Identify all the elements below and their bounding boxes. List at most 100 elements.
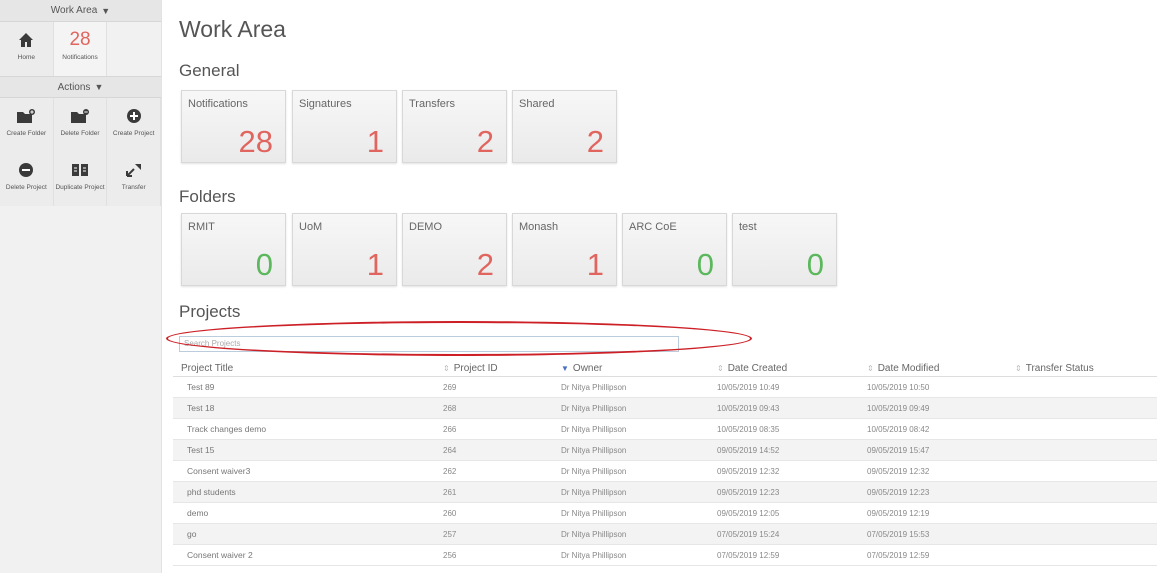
card-count: 2 — [586, 124, 604, 159]
transfer-label: Transfer — [121, 184, 146, 191]
table-row[interactable]: Test 15 264 Dr Nitya Phillipson 09/05/20… — [173, 440, 1157, 461]
date-created-cell: 09/05/2019 12:05 — [717, 508, 780, 518]
date-modified-cell: 09/05/2019 12:19 — [867, 508, 930, 518]
owner-cell: Dr Nitya Phillipson — [561, 487, 627, 497]
column-header-date-modified[interactable]: ⇕ Date Modified — [859, 363, 1007, 374]
folder-card-monash[interactable]: Monash 1 — [512, 213, 617, 286]
projects-section-title: Projects — [179, 302, 241, 321]
folder-card-demo[interactable]: DEMO 2 — [402, 213, 507, 286]
duplicate-project-label: Duplicate Project — [55, 184, 105, 191]
plus-circle-icon — [126, 106, 142, 126]
transfer-icon — [125, 160, 143, 180]
header-label: Owner — [572, 363, 603, 374]
date-created-cell: 09/05/2019 12:32 — [717, 466, 780, 476]
transfer-button[interactable]: Transfer — [107, 152, 162, 206]
column-header-owner[interactable]: ▼ Owner — [555, 363, 709, 374]
date-modified-cell: 09/05/2019 15:47 — [867, 445, 930, 455]
card-label: Signatures — [299, 98, 352, 110]
column-header-date-created[interactable]: ⇕ Date Created — [709, 363, 859, 374]
date-created-cell: 10/05/2019 08:35 — [717, 424, 780, 434]
card-label: ARC CoE — [629, 221, 677, 233]
owner-cell: Dr Nitya Phillipson — [561, 382, 627, 392]
owner-cell: Dr Nitya Phillipson — [561, 508, 627, 518]
delete-folder-button[interactable]: Delete Folder — [53, 98, 108, 152]
card-label: Monash — [519, 221, 559, 233]
date-modified-cell: 09/05/2019 12:23 — [867, 487, 930, 497]
project-id-cell: 262 — [443, 466, 457, 476]
folder-minus-icon — [70, 106, 90, 126]
table-row[interactable]: Consent waiver3 262 Dr Nitya Phillipson … — [173, 461, 1157, 482]
folder-card-rmit[interactable]: RMIT 0 — [181, 213, 286, 286]
transfers-card[interactable]: Transfers 2 — [402, 90, 507, 163]
column-header-transfer-status[interactable]: ⇕ Transfer Status — [1007, 363, 1157, 374]
project-title-cell: Consent waiver 2 — [187, 550, 253, 560]
home-label: Home — [17, 54, 35, 61]
date-created-cell: 07/05/2019 12:59 — [717, 550, 780, 560]
date-created-cell: 07/05/2019 15:24 — [717, 529, 780, 539]
date-modified-cell: 10/05/2019 10:50 — [867, 382, 930, 392]
owner-cell: Dr Nitya Phillipson — [561, 445, 627, 455]
project-id-cell: 261 — [443, 487, 457, 497]
sort-icon: ⇕ — [717, 364, 724, 373]
folder-card-arc-coe[interactable]: ARC CoE 0 — [622, 213, 727, 286]
minus-circle-icon — [18, 160, 34, 180]
empty-tile — [107, 22, 161, 76]
shared-card[interactable]: Shared 2 — [512, 90, 617, 163]
actions-menu[interactable]: Actions ▼ — [0, 76, 161, 98]
chevron-down-icon: ▼ — [94, 82, 104, 92]
folder-plus-icon — [16, 106, 36, 126]
home-button[interactable]: Home — [0, 22, 54, 76]
notifications-card[interactable]: Notifications 28 — [181, 90, 286, 163]
duplicate-project-button[interactable]: Duplicate Project — [53, 152, 108, 206]
sidebar: Work Area ▼ Home 28 Notifications Action… — [0, 0, 162, 573]
search-wrap — [166, 321, 752, 356]
table-header-row: Project Title ⇕ Project ID ▼ Owner ⇕ Date C… — [173, 361, 1157, 377]
folder-card-uom[interactable]: UoM 1 — [292, 213, 397, 286]
work-area-menu[interactable]: Work Area ▼ — [0, 0, 161, 22]
project-title-cell: Test 15 — [187, 445, 215, 455]
table-row[interactable]: phd students 261 Dr Nitya Phillipson 09/… — [173, 482, 1157, 503]
card-label: Transfers — [409, 98, 456, 110]
work-area-menu-label: Work Area — [50, 5, 98, 16]
column-header-project-title[interactable]: Project Title — [173, 363, 435, 374]
folder-card-test[interactable]: test 0 — [732, 213, 837, 286]
search-projects-input[interactable] — [179, 335, 679, 352]
sort-icon: ⇕ — [1015, 364, 1022, 373]
sort-icon: ⇕ — [867, 364, 874, 373]
projects-table: Project Title ⇕ Project ID ▼ Owner ⇕ Date C… — [173, 361, 1157, 566]
project-id-cell: 266 — [443, 424, 457, 434]
create-project-button[interactable]: Create Project — [107, 98, 162, 152]
actions-row-1: Create Folder Delete Folder Create Proje… — [0, 98, 162, 152]
column-header-project-id[interactable]: ⇕ Project ID — [435, 363, 555, 374]
table-row[interactable]: Track changes demo 266 Dr Nitya Phillips… — [173, 419, 1157, 440]
date-modified-cell: 07/05/2019 15:53 — [867, 529, 930, 539]
header-label: Transfer Status — [1025, 363, 1094, 374]
signatures-card[interactable]: Signatures 1 — [292, 90, 397, 163]
header-label: Project Title — [181, 363, 234, 374]
project-title-cell: Test 89 — [187, 382, 215, 392]
date-modified-cell: 07/05/2019 12:59 — [867, 550, 930, 560]
create-folder-button[interactable]: Create Folder — [0, 98, 54, 152]
table-row[interactable]: Consent waiver 2 256 Dr Nitya Phillipson… — [173, 545, 1157, 566]
card-count: 0 — [696, 247, 714, 282]
delete-project-button[interactable]: Delete Project — [0, 152, 54, 206]
card-count: 0 — [255, 247, 273, 282]
project-title-cell: Test 18 — [187, 403, 215, 413]
project-id-cell: 268 — [443, 403, 457, 413]
table-row[interactable]: demo 260 Dr Nitya Phillipson 09/05/2019 … — [173, 503, 1157, 524]
table-row[interactable]: go 257 Dr Nitya Phillipson 07/05/2019 15… — [173, 524, 1157, 545]
header-label: Date Modified — [877, 363, 940, 374]
general-section-title: General — [179, 61, 240, 80]
card-label: Shared — [519, 98, 555, 110]
card-count: 1 — [366, 247, 384, 282]
notifications-count: 28 — [69, 29, 91, 50]
table-row[interactable]: Test 18 268 Dr Nitya Phillipson 10/05/20… — [173, 398, 1157, 419]
sort-icon: ⇕ — [443, 364, 450, 373]
card-label: Notifications — [188, 98, 248, 110]
project-title-cell: Consent waiver3 — [187, 466, 251, 476]
notifications-button[interactable]: 28 Notifications — [53, 22, 108, 76]
date-modified-cell: 10/05/2019 08:42 — [867, 424, 930, 434]
notifications-label: Notifications — [62, 54, 98, 61]
table-row[interactable]: Test 89 269 Dr Nitya Phillipson 10/05/20… — [173, 377, 1157, 398]
header-label: Project ID — [453, 363, 498, 374]
